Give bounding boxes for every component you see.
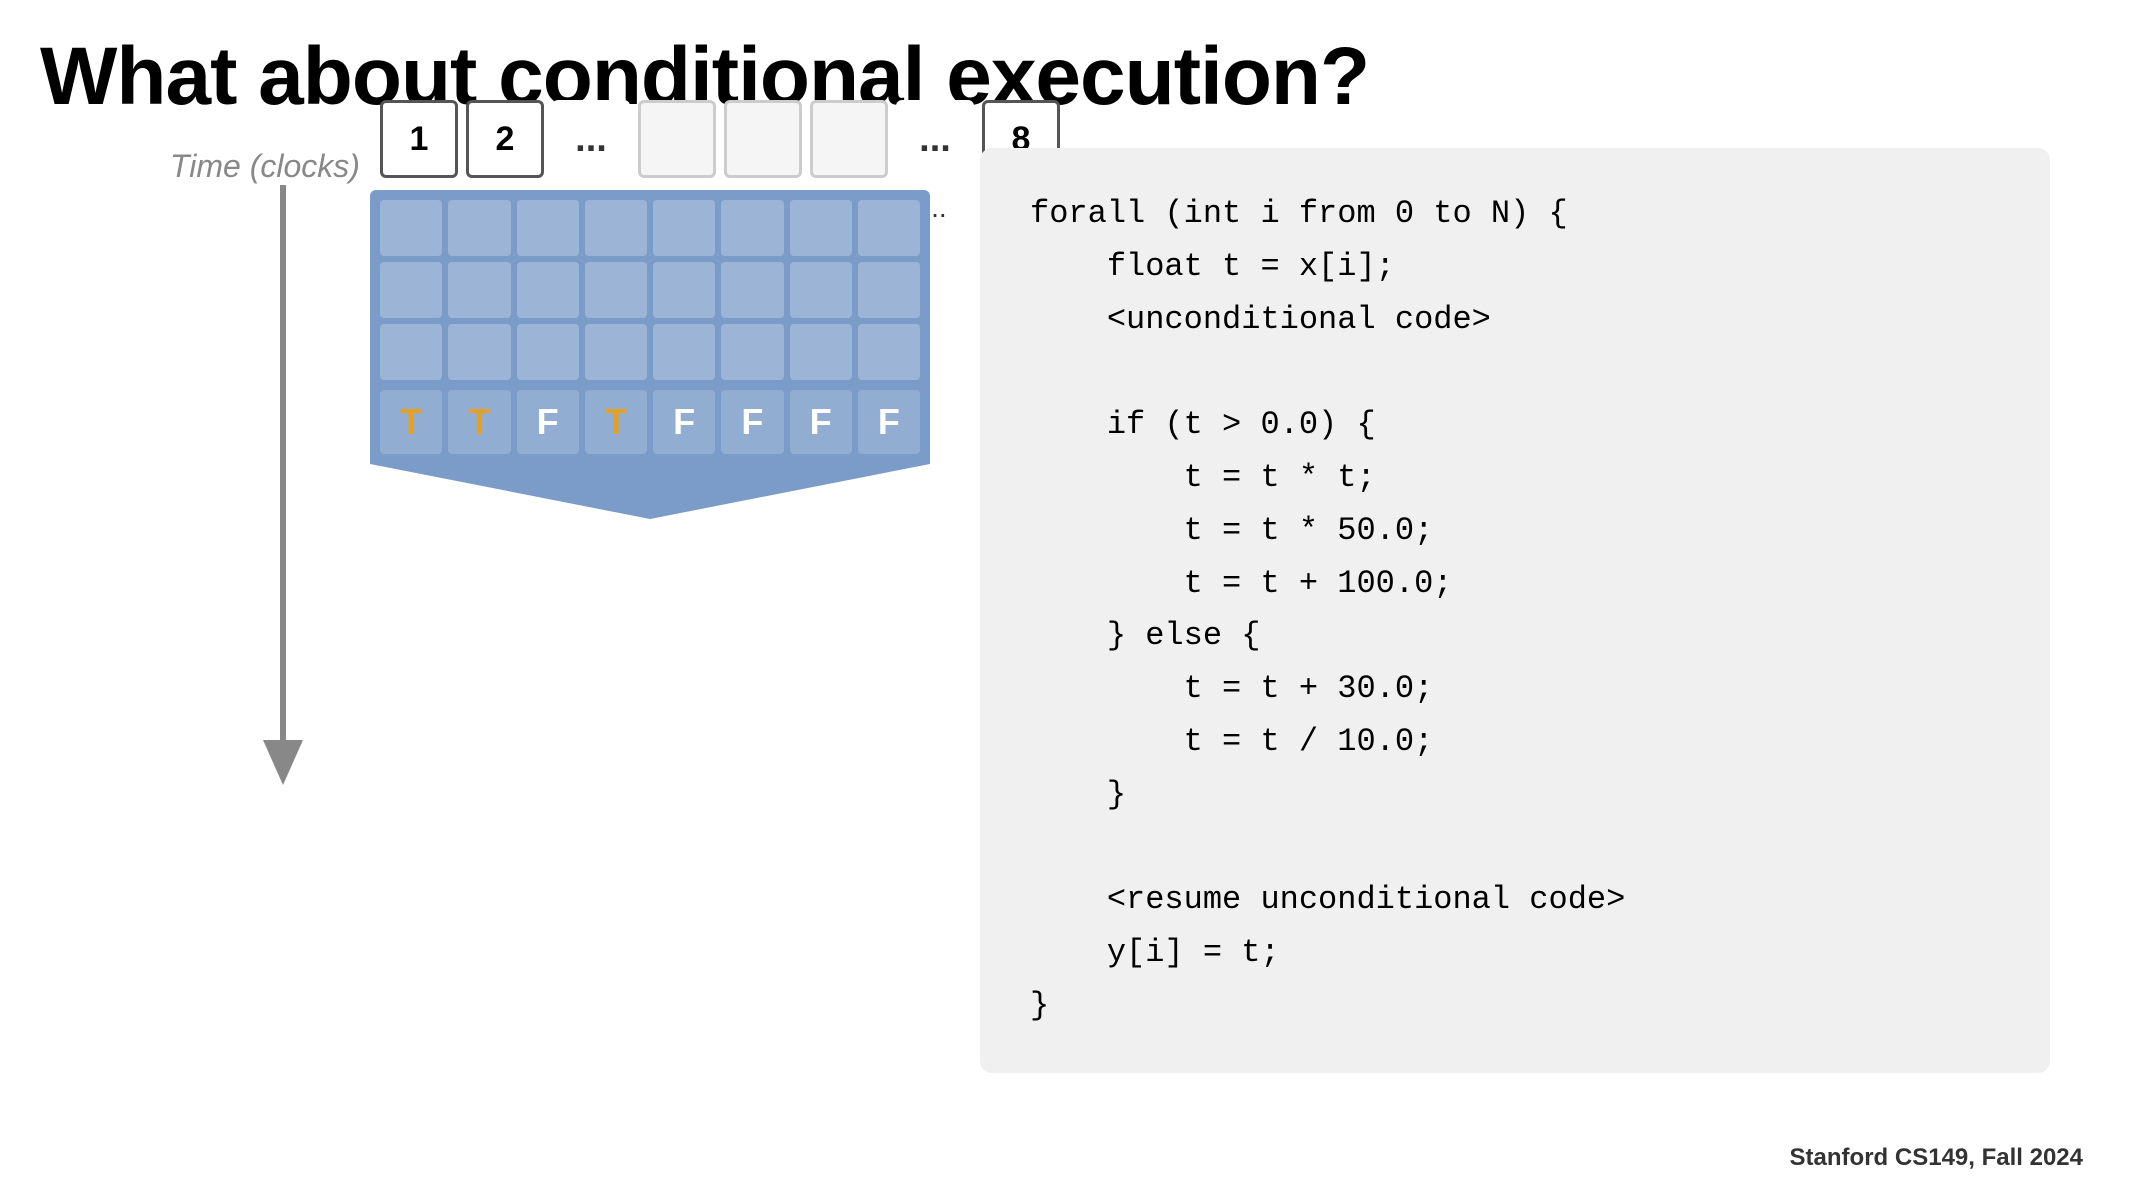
simd-cell-1-2: [517, 262, 579, 318]
simd-cell-2-0: [380, 324, 442, 380]
simd-cell-0-2: [517, 200, 579, 256]
time-arrow: [280, 185, 286, 745]
time-label: Time (clocks): [170, 148, 360, 185]
simd-cell-0-4: [653, 200, 715, 256]
simd-cell-0-7: [858, 200, 920, 256]
simd-cell-0-6: [790, 200, 852, 256]
code-block: forall (int i from 0 to N) { float t = x…: [1030, 188, 2000, 1033]
simd-cell-1-0: [380, 262, 442, 318]
tf-cell-2: F: [517, 390, 579, 454]
simd-grid: [370, 190, 930, 390]
tf-cell-6: F: [790, 390, 852, 454]
simd-cell-1-4: [653, 262, 715, 318]
tf-cell-0: T: [380, 390, 442, 454]
alu-box-4: [724, 100, 802, 178]
simd-cell-2-4: [653, 324, 715, 380]
simd-cell-0-0: [380, 200, 442, 256]
simd-cell-2-2: [517, 324, 579, 380]
simd-cell-1-5: [721, 262, 783, 318]
simd-cell-0-1: [448, 200, 510, 256]
simd-cell-1-7: [858, 262, 920, 318]
tf-cell-7: F: [858, 390, 920, 454]
simd-tf-row: TTFTFFFF: [370, 390, 930, 464]
alu-box-2: ...: [552, 100, 630, 178]
simd-cell-2-5: [721, 324, 783, 380]
simd-cell-0-5: [721, 200, 783, 256]
simd-cell-2-1: [448, 324, 510, 380]
tf-cell-3: T: [585, 390, 647, 454]
alu-box-0: 1: [380, 100, 458, 178]
footer-text: Stanford CS149, Fall 2024: [1790, 1144, 2083, 1172]
tf-cell-4: F: [653, 390, 715, 454]
simd-cell-2-6: [790, 324, 852, 380]
simd-cell-2-7: [858, 324, 920, 380]
simd-chevron: [370, 464, 930, 519]
simd-visualization: TTFTFFFF: [370, 190, 930, 519]
tf-cell-5: F: [721, 390, 783, 454]
alu-box-5: [810, 100, 888, 178]
simd-cell-1-6: [790, 262, 852, 318]
simd-cell-1-1: [448, 262, 510, 318]
simd-cell-1-3: [585, 262, 647, 318]
alu-box-3: [638, 100, 716, 178]
code-panel: forall (int i from 0 to N) { float t = x…: [980, 148, 2050, 1073]
simd-cell-2-3: [585, 324, 647, 380]
tf-cell-1: T: [448, 390, 510, 454]
alu-boxes-row: 12......8: [380, 100, 1060, 178]
simd-cell-0-3: [585, 200, 647, 256]
alu-box-1: 2: [466, 100, 544, 178]
alu-box-6: ...: [896, 100, 974, 178]
